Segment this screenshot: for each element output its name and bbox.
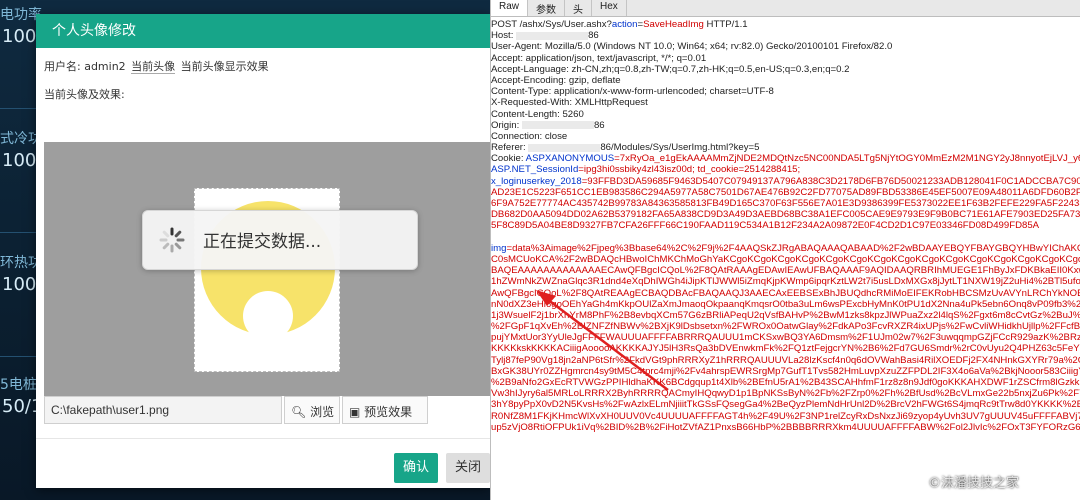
loading-dialog: 正在提交数据... — [142, 210, 418, 270]
tab-params[interactable]: 参数 — [528, 0, 566, 16]
redacted-mask — [516, 31, 589, 40]
spinner-icon — [159, 227, 185, 253]
accept-encoding-header: Accept-Encoding: gzip, deflate — [491, 74, 621, 86]
referer-header: Referer: 86/Modules/Sys/UserImg.html?key… — [491, 142, 760, 154]
request-line: POST /ashx/Sys/User.ashx?action=SaveHead… — [491, 19, 748, 30]
preview-label: 当前头像及效果: — [44, 88, 125, 101]
host-header: Host: 86 — [491, 30, 599, 42]
base64-line: up5zVjO8RtiOFPUk1iVq%2BID%2B%2FiHotZVfAZ… — [491, 421, 1080, 433]
preview-label: 预览效果 — [364, 405, 413, 419]
origin-header: Origin: 86 — [491, 119, 605, 131]
divider — [0, 232, 36, 233]
base64-line: nN0dXZ3eHl6goOEhYaGh4mKkpOUlZaXmJmaoqOkp… — [491, 298, 1080, 310]
base64-line: BAQEAAAAAAAAAAAAAECAwQFBgcICQoL%2F8QAtRA… — [491, 265, 1080, 277]
base64-line: Vw3hIJyry6al5MRLoLRRRX2ByhRRRRQACmyIHQqw… — [491, 388, 1080, 400]
tab-hex[interactable]: Hex — [592, 0, 627, 16]
username-label: 用户名: admin2 — [44, 60, 126, 73]
confirm-button[interactable]: 确认 — [394, 453, 438, 483]
body-img-param: img=data%3Aimage%2Fjpeg%3Bbase64%2C%2F9j… — [491, 242, 1080, 254]
current-effect-tab[interactable]: 当前头像显示效果 — [181, 60, 269, 73]
search-icon: 🔍︎ — [291, 405, 307, 419]
browse-label: 浏览 — [310, 405, 335, 419]
modal-title: 个人头像修改 — [36, 14, 490, 48]
base64-line: KKKKkskKKKKACiiigAooooAKKKKAJYJ5lH3RsQa3… — [491, 343, 1080, 355]
base64-line: pujYMxtUor3YyUleJgFFFFWAUUUAFFFFABRRRQAU… — [491, 332, 1080, 344]
divider — [0, 356, 36, 357]
cookie-header: Cookie: ASPXANONYMOUS=7xRyOa_e1gEkAAAAMm… — [491, 153, 1080, 165]
bg-label-charger: 5电桩 — [0, 377, 37, 393]
panel-tabs: Raw 参数 头 Hex — [491, 0, 1080, 17]
base64-line: R0NfZ8M1FKjKHmcWlXvXH0UUV0Vc4UUUUAFFFFAG… — [491, 410, 1080, 422]
file-path-input[interactable]: C:\fakepath\user1.png — [44, 396, 282, 424]
connection-header: Connection: close — [491, 130, 568, 142]
x-requested-with-header: X-Requested-With: XMLHttpRequest — [491, 97, 648, 109]
avatar-crop-area[interactable]: 正在提交数据... — [44, 142, 490, 396]
base64-line: BxGK38UYr0ZZHgmrcn4sy9tM5C4tprc4mji%2Fv4… — [491, 365, 1080, 377]
cookie-line: x_loginuserkey_2018=93FFBD3DA59685F9463D… — [491, 175, 1080, 187]
redacted-mask — [528, 143, 601, 152]
content-length-header: Content-Length: 5260 — [491, 108, 584, 120]
base64-line: 1hZWmNkZWZnaGlqc3R1dnd4eXqDhIWGh4iJipKTl… — [491, 276, 1080, 288]
cookie-hex-line: 6F9A752E77774AC435742B99783A84363585813F… — [491, 198, 1080, 209]
preview-button[interactable]: ▣ 预览效果 — [342, 396, 428, 424]
watermark: ©沫潘技技之家 — [928, 476, 1020, 491]
cookie-line: ASP.NET_SessionId=ipg3hi0ssbiky4zl43isz0… — [491, 164, 801, 176]
cookie-hex-line: 5F8C89D5A04BE8D9327FB7CFA26FFF66C190FAAD… — [491, 220, 1040, 232]
tab-headers[interactable]: 头 — [565, 0, 593, 16]
modal-footer: 确认 关闭 — [36, 438, 490, 488]
base64-line: %2B9aNfo2GxEcRTVWGzPPIHldhaKKK6BCdgqup1t… — [491, 377, 1080, 388]
divider — [0, 108, 36, 109]
raw-request-text[interactable]: POST /ashx/Sys/User.ashx?action=SaveHead… — [491, 17, 1080, 500]
redacted-mask — [521, 121, 594, 130]
base64-line: 3hY8pyPpX0vD2N5KvsHs%2FwAzlxELmNjiiitTkG… — [491, 399, 1080, 411]
image-icon: ▣ — [349, 405, 361, 419]
avatar-modal: 个人头像修改 用户名: admin2 当前头像 当前头像显示效果 当前头像及效果… — [36, 14, 490, 488]
base64-line: C0sMCUoKCA%2F2wBDAQcHBwoIChMKChMoGhYaKCg… — [491, 253, 1080, 265]
http-request-panel: Raw 参数 头 Hex POST /ashx/Sys/User.ashx?ac… — [490, 0, 1080, 500]
accept-language-header: Accept-Language: zh-CN,zh;q=0.8,zh-TW;q=… — [491, 63, 850, 75]
user-info-row: 用户名: admin2 当前头像 当前头像显示效果 — [44, 58, 271, 74]
cookie-hex-line: AD23E1C5223F651CC1EB983586C294A5977A58C7… — [491, 186, 1080, 198]
base64-line: Tylj87feP90Vg18jn2aNP6tSfr%2FkdVGt9phRRR… — [491, 354, 1080, 366]
avatar-head-shape — [243, 291, 293, 341]
browse-button[interactable]: 🔍︎ 浏览 — [284, 396, 340, 424]
cookie-hex-line: DB682D0AA5094DD02A62B5379182FA65A838CD9D… — [491, 209, 1080, 221]
base64-line: %2FGpF1qXvEh%2BIZNFZfNBWv%2BXjK9lDsbsetx… — [491, 321, 1080, 333]
content-type-header: Content-Type: application/x-www-form-url… — [491, 86, 774, 98]
file-row: C:\fakepath\user1.png 🔍︎ 浏览 ▣ 预览效果 — [44, 396, 490, 424]
base64-line: 1j3WsuelF2j1brXnYrM8PhF%2B8evbqXCm57G6zB… — [491, 309, 1080, 321]
base64-line: AwQFBgcICQoL%2F8QAtREAAgECBAQDBAcFBAQAAQ… — [491, 287, 1080, 299]
tab-raw[interactable]: Raw — [491, 0, 529, 16]
accept-header: Accept: application/json, text/javascrip… — [491, 52, 707, 64]
close-button[interactable]: 关闭 — [446, 453, 490, 483]
user-agent-header: User-Agent: Mozilla/5.0 (Windows NT 10.0… — [491, 41, 893, 53]
avatar-body-shape — [221, 337, 315, 371]
loading-text: 正在提交数据... — [203, 232, 322, 252]
current-avatar-tab[interactable]: 当前头像 — [131, 60, 176, 74]
